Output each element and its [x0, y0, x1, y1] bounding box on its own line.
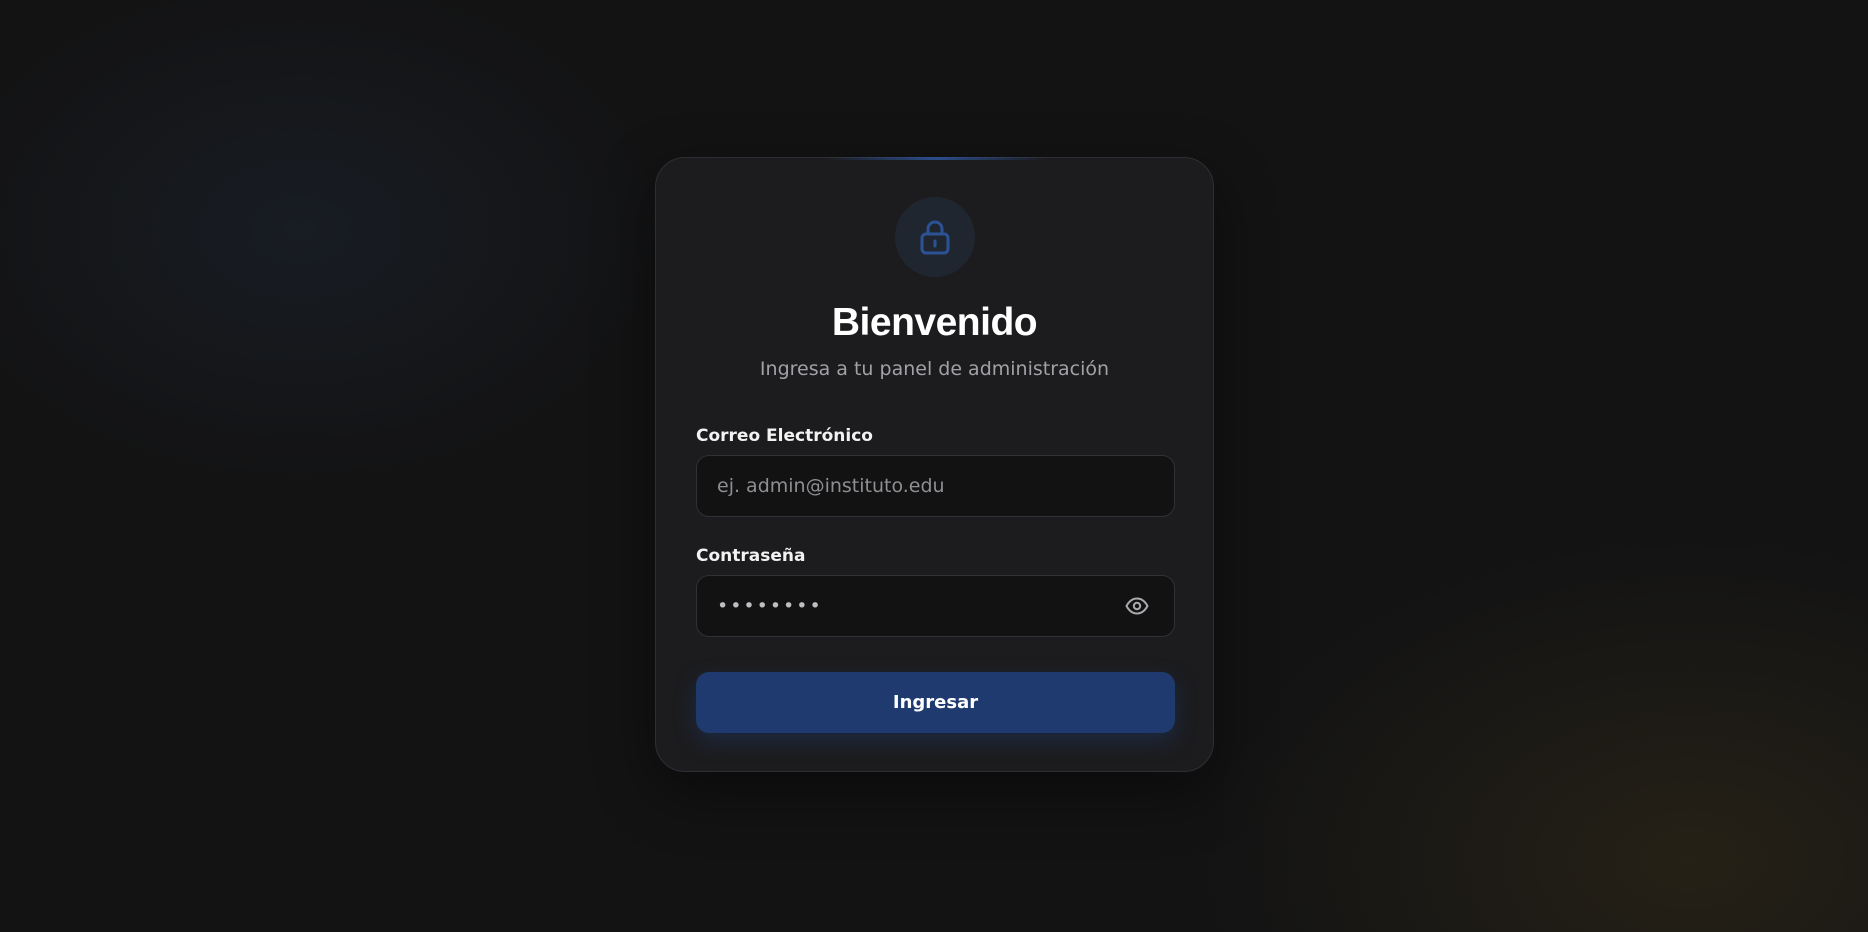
lock-badge: [895, 197, 975, 277]
password-field[interactable]: [696, 575, 1175, 637]
lock-icon: [920, 220, 950, 255]
page-subtitle: Ingresa a tu panel de administración: [759, 358, 1110, 380]
eye-icon: [1125, 597, 1149, 615]
login-submit-button[interactable]: Ingresar: [696, 672, 1175, 733]
password-label: Contraseña: [696, 546, 806, 566]
page-title: Bienvenido: [831, 301, 1038, 344]
card-top-glow: [826, 157, 1046, 160]
email-label: Correo Electrónico: [696, 426, 873, 446]
login-card: Bienvenido Ingresa a tu panel de adminis…: [655, 157, 1214, 772]
toggle-password-visibility-button[interactable]: [1120, 589, 1154, 623]
email-field[interactable]: [696, 455, 1175, 517]
